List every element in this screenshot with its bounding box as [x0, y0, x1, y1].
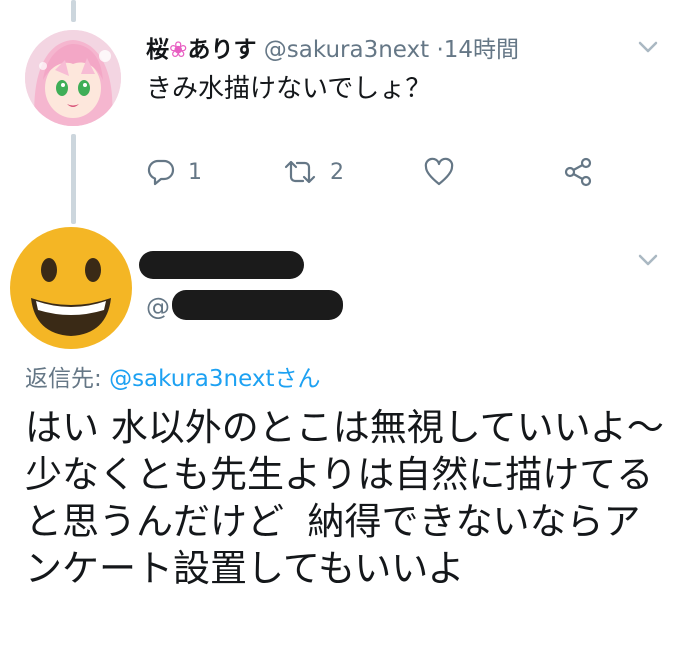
reply-count: 1	[188, 159, 202, 185]
tweet-text: はい 水以外のとこは無視していいよ～ 少なくとも先生よりは自然に描けてると思うん…	[25, 406, 676, 590]
reply-icon	[147, 159, 175, 186]
tweet-text: きみ水描けないでしょ？	[146, 74, 432, 104]
like-button[interactable]	[423, 155, 455, 189]
grinning-face-emoji[interactable]	[9, 226, 133, 350]
reply-button[interactable]: 1	[146, 155, 202, 189]
tweet-header: 桜❀ありす @sakura3next ·14時間	[146, 30, 519, 64]
retweet-button[interactable]: 2	[282, 155, 344, 189]
redacted-user-handle	[172, 290, 343, 320]
thread-line-top	[71, 0, 76, 22]
share-icon	[564, 157, 592, 187]
thread-line-connector	[71, 134, 76, 224]
user-handle-prefix: @	[146, 293, 170, 321]
replying-to: 返信先: @sakura3nextさん	[25, 359, 320, 393]
chevron-down-icon[interactable]	[637, 253, 659, 267]
share-button[interactable]	[562, 155, 594, 189]
display-name[interactable]: 桜❀ありす	[146, 37, 256, 63]
avatar[interactable]	[25, 30, 121, 126]
separator-dot: ·	[436, 37, 444, 63]
reply-to-label: 返信先:	[25, 366, 102, 392]
reply-to-mention-link[interactable]: @sakura3nextさん	[109, 366, 320, 392]
like-icon	[424, 157, 454, 186]
timestamp[interactable]: 14時間	[444, 37, 519, 63]
redacted-display-name	[139, 251, 304, 279]
user-handle[interactable]: @sakura3next	[264, 37, 429, 63]
chevron-down-icon[interactable]	[637, 40, 659, 54]
retweet-icon	[284, 160, 316, 184]
retweet-count: 2	[330, 159, 344, 185]
sakura-flower-icon: ❀	[169, 38, 188, 63]
